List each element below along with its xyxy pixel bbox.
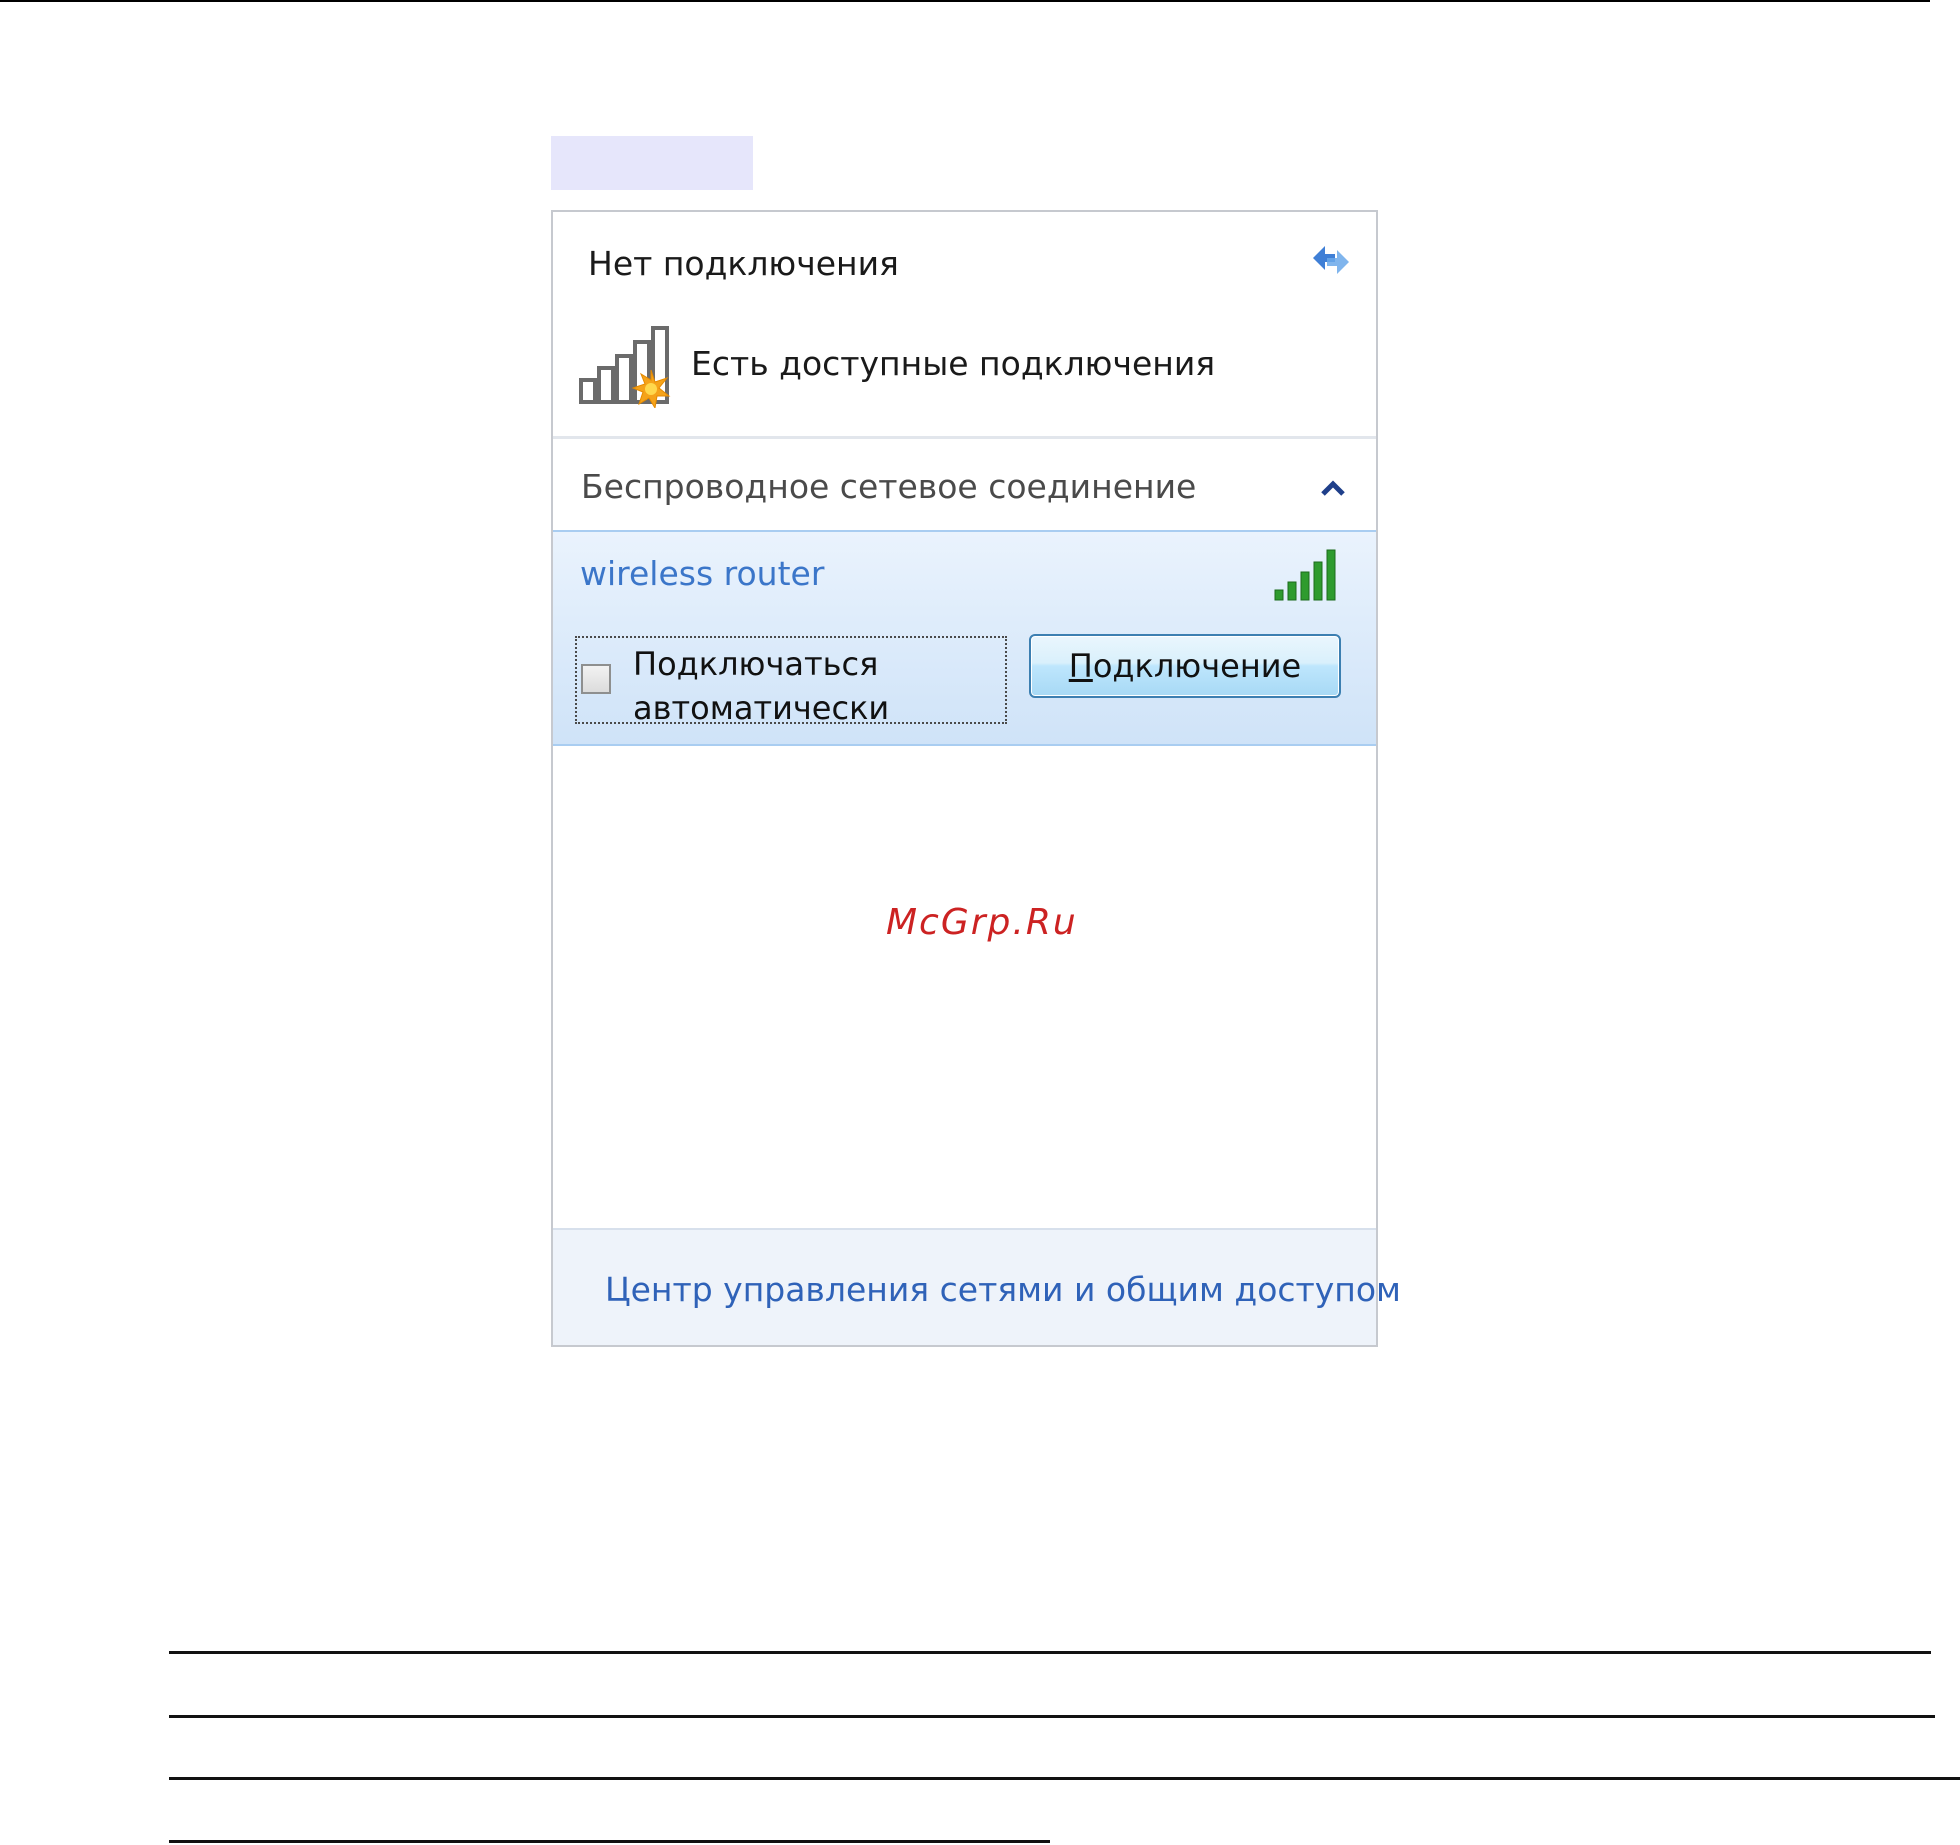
auto-connect-label: Подключаться автоматически (633, 642, 889, 730)
signal-bars-icon (1274, 549, 1336, 601)
blank-line-3 (169, 1777, 1960, 1780)
flyout-footer: Центр управления сетями и общим доступом (553, 1228, 1401, 1345)
network-name: wireless router (580, 554, 825, 593)
wireless-section-title: Беспроводное сетевое соединение (581, 467, 1197, 506)
highlight-block (551, 136, 753, 190)
available-connections-text: Есть доступные подключения (691, 344, 1216, 383)
refresh-icon[interactable] (1305, 234, 1357, 286)
auto-connect-label-line2: автоматически (633, 689, 890, 727)
chevron-up-icon[interactable] (1313, 468, 1353, 508)
separator (553, 436, 1376, 439)
auto-connect-option[interactable]: Подключаться автоматически (575, 636, 1007, 727)
wireless-signal-star-icon (579, 326, 671, 408)
connect-button-label: одключение (1092, 647, 1302, 685)
network-list-item[interactable]: wireless router Подключаться автоматичес… (553, 530, 1376, 746)
auto-connect-label-line1: Подключаться (633, 645, 879, 683)
connect-button[interactable]: Подключение (1029, 634, 1341, 698)
page: Нет подключения Есть доступные подключен… (0, 0, 1960, 1845)
connection-status-title: Нет подключения (588, 244, 899, 283)
top-rule (0, 0, 1930, 2)
blank-line-1 (169, 1651, 1931, 1654)
network-center-link[interactable]: Центр управления сетями и общим доступом (605, 1270, 1401, 1309)
network-flyout: Нет подключения Есть доступные подключен… (551, 210, 1401, 1347)
blank-line-4 (169, 1840, 1050, 1843)
watermark: McGrp.Ru (886, 902, 1078, 943)
blank-line-2 (169, 1715, 1935, 1718)
auto-connect-checkbox[interactable] (581, 664, 611, 694)
connect-button-accesskey: П (1068, 647, 1093, 685)
